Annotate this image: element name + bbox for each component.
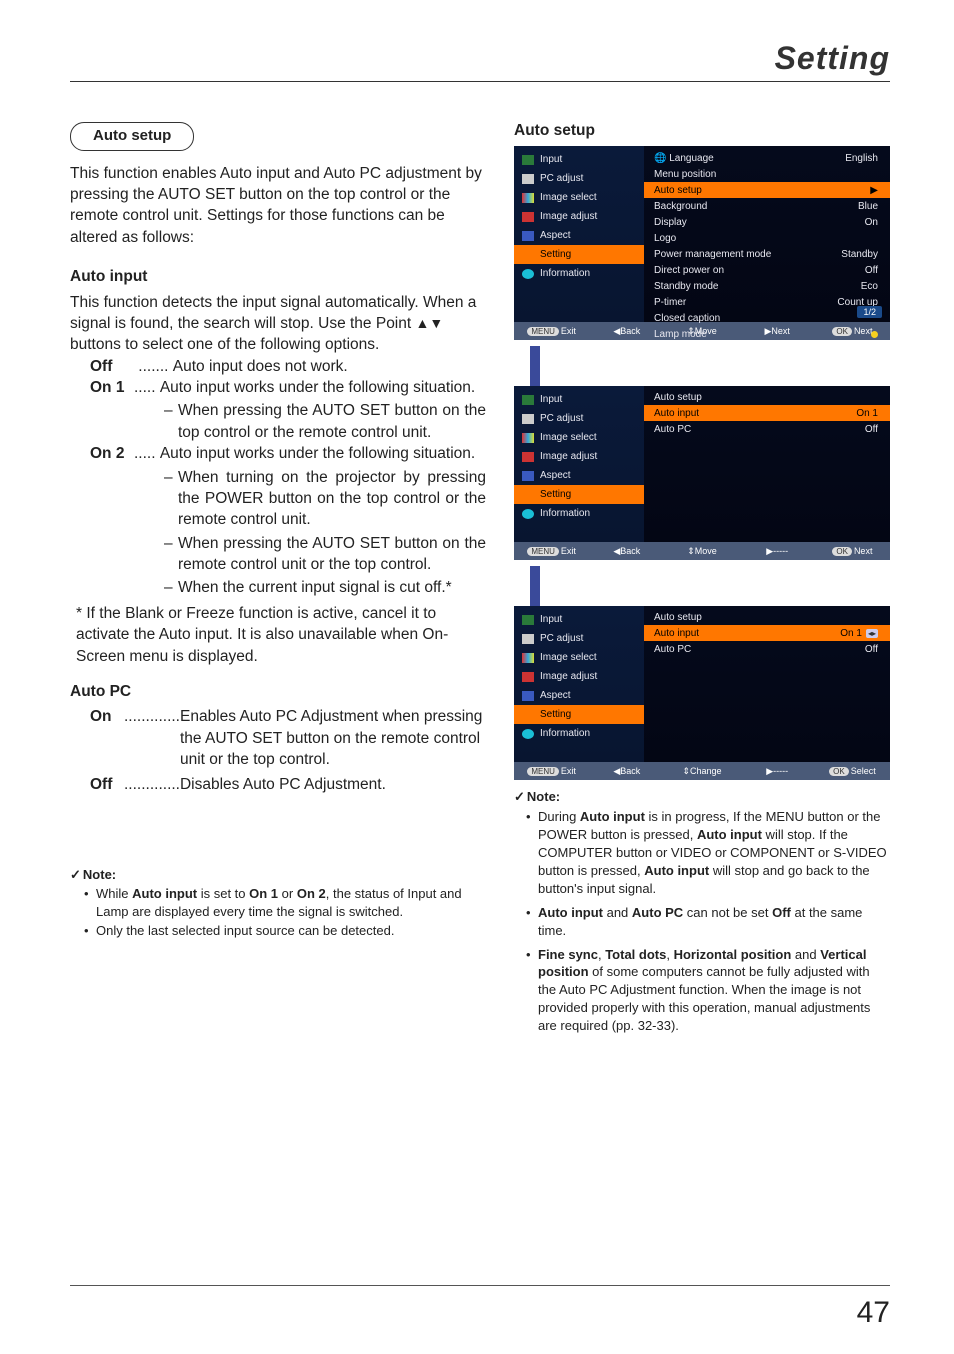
info-icon <box>522 269 534 279</box>
pc-icon <box>522 174 534 184</box>
chevron-left-icon: ◀ <box>635 249 642 260</box>
right-note-1: During Auto input is in progress, If the… <box>524 808 890 898</box>
auto-input-heading: Auto input <box>70 266 486 287</box>
section-title: Setting <box>70 40 890 77</box>
right-note-3: Fine sync, Total dots, Horizontal positi… <box>524 946 890 1036</box>
right-column: Auto setup Input PC adjust Image select … <box>514 122 890 1041</box>
point-arrows-icon: ▲▼ <box>416 315 444 331</box>
option-on1: On 1..... Auto input works under the fol… <box>90 377 486 398</box>
page-badge: 1/2 <box>857 306 882 318</box>
osd1-settings: 🌐 LanguageEnglish Menu position Auto set… <box>644 146 890 322</box>
note-heading: Note: <box>70 867 116 882</box>
left-note-1: While Auto input is set to On 1 or On 2,… <box>82 885 486 920</box>
auto-input-spinner: Auto inputOn 1◂▸ <box>644 625 890 641</box>
option-on2: On 2..... Auto input works under the fol… <box>90 443 486 464</box>
option-off: Off ....... Auto input does not work. <box>90 356 486 377</box>
right-note-2: Auto input and Auto PC can not be set Of… <box>524 904 890 940</box>
right-heading: Auto setup <box>514 122 890 140</box>
setting-icon <box>522 250 534 260</box>
input-icon <box>522 155 534 165</box>
autopc-off: Off.............Disables Auto PC Adjustm… <box>90 774 486 795</box>
osd1-menu: Input PC adjust Image select Image adjus… <box>514 146 644 322</box>
auto-setup-pill: Auto setup <box>70 122 194 151</box>
osd-screenshot-1: Input PC adjust Image select Image adjus… <box>514 146 890 340</box>
autopc-on: On.............Enables Auto PC Adjustmen… <box>90 706 486 770</box>
osd-screenshot-3: Input PC adjust Image select Image adjus… <box>514 606 890 780</box>
on1-sub1: –When pressing the AUTO SET button on th… <box>164 400 486 443</box>
left-note: Note: While Auto input is set to On 1 or… <box>70 866 486 940</box>
lamp-icon <box>871 331 878 338</box>
image-adjust-icon <box>522 212 534 222</box>
auto-pc-heading: Auto PC <box>70 681 486 702</box>
image-select-icon <box>522 193 534 203</box>
spinner-icon: ◂▸ <box>866 629 878 638</box>
page-header: Setting <box>70 40 890 82</box>
osd-screenshot-2: Input PC adjust Image select Image adjus… <box>514 386 890 560</box>
footer-divider <box>70 1285 890 1286</box>
aspect-icon <box>522 231 534 241</box>
on2-sub1: –When turning on the projector by pressi… <box>164 467 486 531</box>
chevron-right-icon: ▶ <box>870 185 878 196</box>
on2-sub3: – When the current input signal is cut o… <box>164 577 486 598</box>
globe-icon: 🌐 <box>654 153 666 164</box>
auto-setup-highlighted: Auto setup▶ <box>644 182 890 198</box>
page-number: 47 <box>857 1296 890 1330</box>
auto-input-desc: This function detects the input signal a… <box>70 292 486 356</box>
footnote: * If the Blank or Freeze function is act… <box>76 603 486 667</box>
left-note-2: Only the last selected input source can … <box>82 922 486 940</box>
right-note: Note: During Auto input is in progress, … <box>514 788 890 1035</box>
left-column: Auto setup This function enables Auto in… <box>70 122 486 1041</box>
intro-text: This function enables Auto input and Aut… <box>70 163 486 249</box>
on2-sub2: –When pressing the AUTO SET button on th… <box>164 533 486 576</box>
auto-input-highlighted: Auto inputOn 1 <box>644 405 890 421</box>
menu-setting-selected: Setting◀ <box>514 245 644 264</box>
